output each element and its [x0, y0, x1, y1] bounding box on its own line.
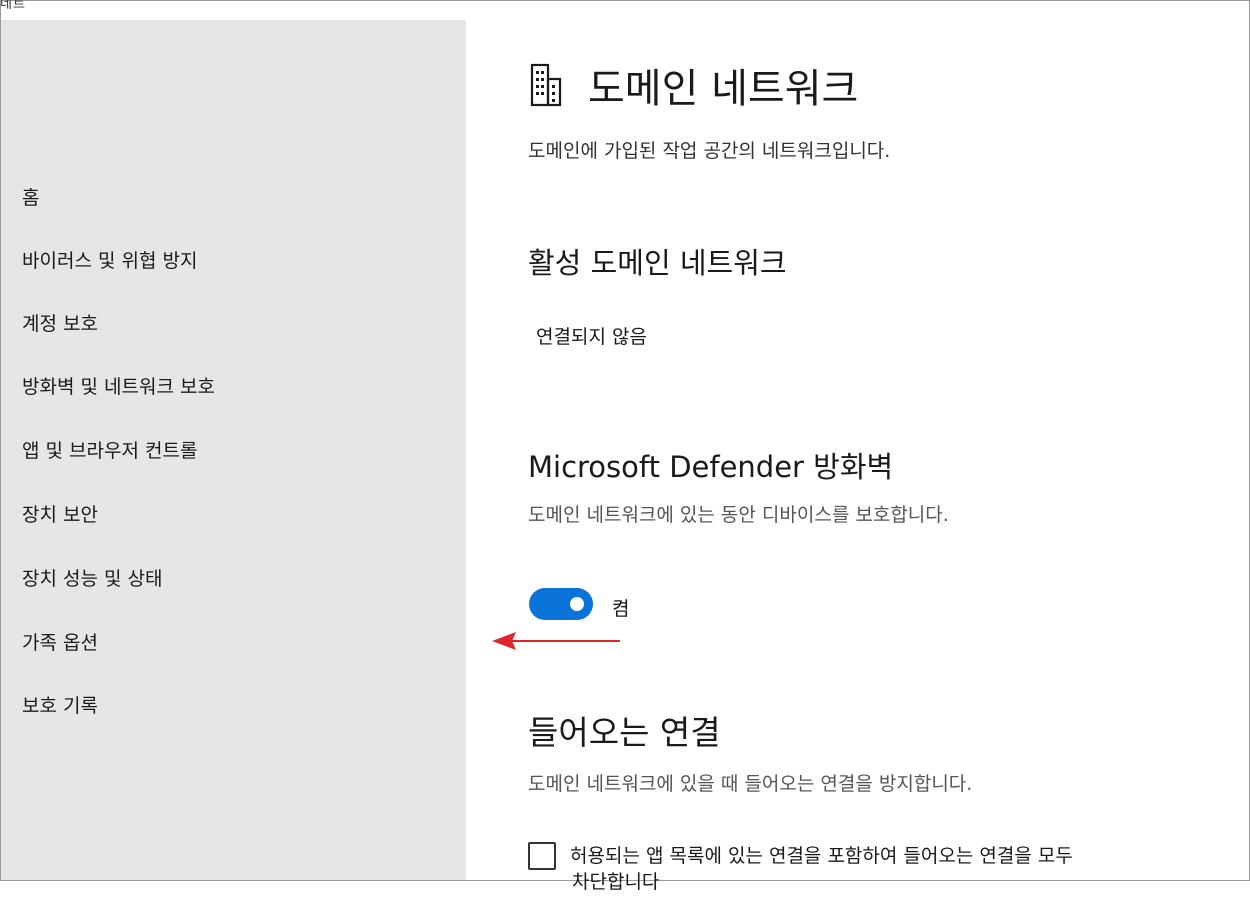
incoming-connections-description: 도메인 네트워크에 있을 때 들어오는 연결을 방지합니다.: [528, 773, 973, 795]
firewall-toggle-state: 켬: [612, 598, 630, 620]
incoming-connections-heading: 들어오는 연결: [528, 713, 721, 752]
firewall-description: 도메인 네트워크에 있는 동안 디바이스를 보호합니다.: [528, 504, 949, 526]
page-description: 도메인에 가입된 작업 공간의 네트워크입니다.: [528, 140, 891, 162]
firewall-toggle[interactable]: [529, 588, 593, 620]
sidebar-item-firewall[interactable]: 방화벽 및 네트워크 보호: [22, 372, 215, 399]
sidebar-item-app-browser-control[interactable]: 앱 및 브라우저 컨트롤: [22, 436, 197, 463]
sidebar-item-virus-protection[interactable]: 바이러스 및 위협 방지: [22, 246, 197, 273]
block-incoming-label-continued[interactable]: 차단합니다: [572, 866, 659, 898]
sidebar: 홈 바이러스 및 위협 방지 계정 보호 방화벽 및 네트워크 보호 앱 및 브…: [1, 20, 466, 880]
active-network-status: 연결되지 않음: [536, 326, 647, 348]
window-title-fragment: 네트: [0, 0, 26, 12]
page-title: 도메인 네트워크: [588, 66, 859, 112]
active-network-heading: 활성 도메인 네트워크: [528, 246, 787, 280]
sidebar-item-account-protection[interactable]: 계정 보호: [22, 309, 98, 336]
sidebar-item-family-options[interactable]: 가족 옵션: [22, 628, 98, 655]
sidebar-item-device-performance[interactable]: 장치 성능 및 상태: [22, 564, 162, 591]
sidebar-item-protection-history[interactable]: 보호 기록: [22, 691, 98, 718]
page-header: 도메인 네트워크: [530, 56, 858, 114]
main-content: 도메인 네트워크 도메인에 가입된 작업 공간의 네트워크입니다. 활성 도메인…: [466, 0, 1250, 893]
block-incoming-checkbox[interactable]: [528, 842, 556, 870]
firewall-heading: Microsoft Defender 방화벽: [528, 450, 894, 484]
toggle-knob: [570, 597, 584, 611]
building-icon: [530, 63, 562, 107]
sidebar-item-device-security[interactable]: 장치 보안: [22, 500, 98, 527]
sidebar-item-home[interactable]: 홈: [22, 183, 39, 210]
annotation-arrow-icon: [492, 632, 620, 650]
